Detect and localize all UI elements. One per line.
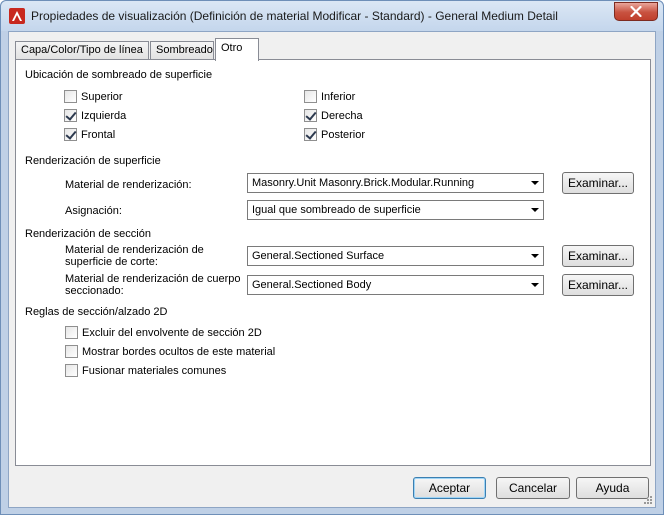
tab-other[interactable]: Otro bbox=[215, 38, 259, 61]
checkbox-label: Posterior bbox=[321, 128, 366, 141]
separator bbox=[256, 75, 634, 76]
window-title: Propiedades de visualización (Definición… bbox=[31, 9, 558, 23]
checkbox-label: Izquierda bbox=[81, 109, 127, 122]
sectioned-body-label-line1: Material de renderización de cuerpo bbox=[65, 273, 241, 285]
mapping-value: Igual que sombreado de superficie bbox=[252, 204, 421, 216]
checkbox-label: Fusionar materiales comunes bbox=[82, 364, 227, 377]
checkbox-merge-materials[interactable]: Fusionar materiales comunes bbox=[65, 364, 226, 377]
dropdown-arrow-icon[interactable] bbox=[526, 276, 543, 294]
section-rules-heading: Reglas de sección/alzado 2D bbox=[25, 306, 168, 318]
checkbox-exclude-envelope[interactable]: Excluir del envolvente de sección 2D bbox=[65, 326, 262, 339]
checkbox-box[interactable] bbox=[65, 364, 78, 377]
close-button[interactable] bbox=[614, 2, 658, 21]
separator bbox=[186, 312, 634, 313]
sectioned-body-material-select[interactable]: General.Sectioned Body bbox=[247, 275, 544, 295]
checkbox-label: Derecha bbox=[321, 109, 363, 122]
checkbox-derecha[interactable]: Derecha bbox=[304, 109, 363, 122]
render-material-value: Masonry.Unit Masonry.Brick.Modular.Runni… bbox=[252, 177, 475, 189]
section-render-heading: Renderización de sección bbox=[25, 228, 151, 240]
cut-surface-material-select[interactable]: General.Sectioned Surface bbox=[247, 246, 544, 266]
sectioned-body-material-value: General.Sectioned Body bbox=[252, 279, 372, 291]
cancel-button[interactable]: Cancelar bbox=[496, 477, 570, 499]
separator bbox=[166, 234, 634, 235]
checkbox-label: Excluir del envolvente de sección 2D bbox=[82, 326, 262, 339]
mapping-label: Asignación: bbox=[65, 205, 122, 217]
checkbox-show-hidden-edges[interactable]: Mostrar bordes ocultos de este material bbox=[65, 345, 275, 358]
checkbox-box[interactable] bbox=[304, 128, 317, 141]
checkbox-box[interactable] bbox=[64, 90, 77, 103]
dialog-window: Propiedades de visualización (Definición… bbox=[0, 0, 664, 515]
separator bbox=[196, 161, 634, 162]
mapping-select[interactable]: Igual que sombreado de superficie bbox=[247, 200, 544, 220]
surface-render-heading: Renderización de superficie bbox=[25, 155, 161, 167]
render-material-label: Material de renderización: bbox=[65, 179, 192, 191]
checkbox-inferior[interactable]: Inferior bbox=[304, 90, 355, 103]
checkbox-box[interactable] bbox=[65, 326, 78, 339]
ok-button[interactable]: Aceptar bbox=[413, 477, 486, 499]
cut-surface-label-line2: superficie de corte: bbox=[65, 256, 158, 268]
browse-sectioned-body-button[interactable]: Examinar... bbox=[562, 274, 634, 296]
surface-hatch-heading: Ubicación de sombreado de superficie bbox=[25, 69, 213, 81]
checkbox-frontal[interactable]: Frontal bbox=[64, 128, 115, 141]
checkbox-label: Frontal bbox=[81, 128, 116, 141]
checkbox-label: Superior bbox=[81, 90, 123, 103]
checkbox-superior[interactable]: Superior bbox=[64, 90, 123, 103]
cut-surface-label-line1: Material de renderización de bbox=[65, 244, 204, 256]
tab-layer-color-linetype[interactable]: Capa/Color/Tipo de línea bbox=[15, 41, 149, 60]
checkbox-box[interactable] bbox=[64, 109, 77, 122]
checkbox-posterior[interactable]: Posterior bbox=[304, 128, 365, 141]
checkbox-box[interactable] bbox=[304, 90, 317, 103]
autocad-app-icon bbox=[9, 8, 25, 24]
title-bar[interactable]: Propiedades de visualización (Definición… bbox=[1, 1, 663, 31]
render-material-select[interactable]: Masonry.Unit Masonry.Brick.Modular.Runni… bbox=[247, 173, 544, 193]
checkbox-box[interactable] bbox=[64, 128, 77, 141]
tab-hatching[interactable]: Sombreado bbox=[150, 41, 214, 60]
checkbox-box[interactable] bbox=[304, 109, 317, 122]
cut-surface-material-value: General.Sectioned Surface bbox=[252, 250, 385, 262]
browse-render-material-button[interactable]: Examinar... bbox=[562, 172, 634, 194]
dialog-client-area: Capa/Color/Tipo de línea Sombreado Otro … bbox=[8, 31, 656, 508]
checkbox-izquierda[interactable]: Izquierda bbox=[64, 109, 126, 122]
resize-grip-icon[interactable] bbox=[643, 495, 653, 505]
browse-cut-surface-button[interactable]: Examinar... bbox=[562, 245, 634, 267]
close-icon bbox=[630, 6, 642, 17]
dropdown-arrow-icon[interactable] bbox=[526, 201, 543, 219]
dropdown-arrow-icon[interactable] bbox=[526, 174, 543, 192]
checkbox-label: Mostrar bordes ocultos de este material bbox=[82, 345, 276, 358]
checkbox-box[interactable] bbox=[65, 345, 78, 358]
dropdown-arrow-icon[interactable] bbox=[526, 247, 543, 265]
sectioned-body-label-line2: seccionado: bbox=[65, 285, 124, 297]
checkbox-label: Inferior bbox=[321, 90, 356, 103]
tab-page-other: Ubicación de sombreado de superficie Sup… bbox=[15, 59, 651, 466]
help-button[interactable]: Ayuda bbox=[576, 477, 649, 499]
